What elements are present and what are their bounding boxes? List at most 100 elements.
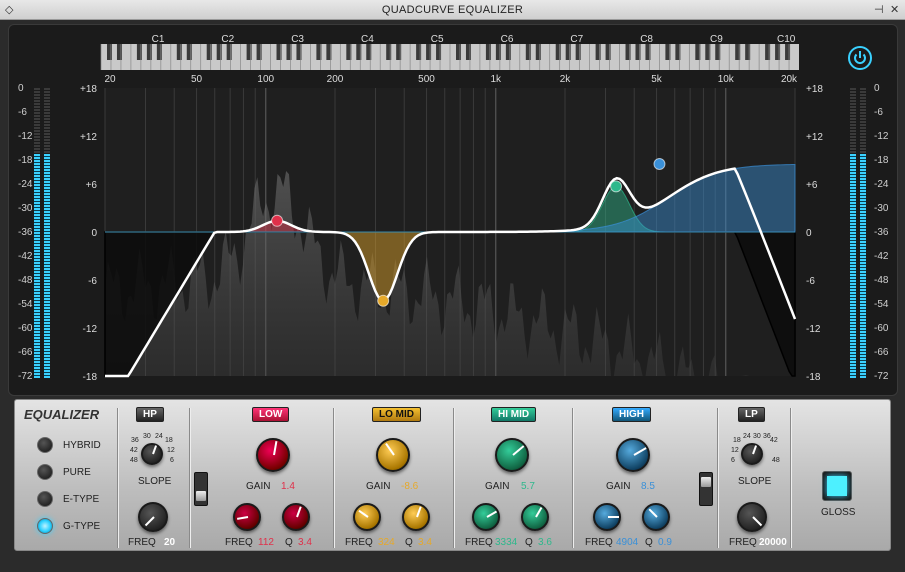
mode-pure-label: PURE [63, 467, 91, 478]
himid-band-tag[interactable]: HI MID [491, 407, 537, 422]
high-band-node[interactable] [653, 158, 666, 170]
meter-scale-label: -72 [874, 371, 889, 382]
himid-band-node[interactable] [610, 180, 623, 193]
octave-label: C5 [431, 34, 444, 45]
hp-freq-knob[interactable] [138, 502, 168, 532]
gain-tick-label-left: -6 [88, 276, 97, 287]
low-gain-label: GAIN [246, 481, 271, 492]
low-gain-knob[interactable] [256, 438, 290, 472]
hp-tag[interactable]: HP [136, 407, 164, 422]
octave-label: C2 [221, 34, 234, 45]
meter-scale-label: -18 [874, 155, 889, 166]
lomid-band-tag[interactable]: LO MID [372, 407, 421, 422]
input-meter-right [44, 88, 50, 378]
meter-scale-label: -72 [18, 371, 33, 382]
low-shelf-switch[interactable] [194, 472, 208, 506]
meter-scale-label: 0 [18, 83, 24, 94]
power-icon [854, 51, 866, 64]
gain-tick-label-right: +18 [806, 84, 823, 95]
lomid-q-knob[interactable] [402, 503, 430, 531]
lomid-freq-label: FREQ [345, 537, 373, 548]
hp-slope-label: SLOPE [138, 476, 172, 487]
octave-label: C1 [152, 34, 165, 45]
mode-gtype-radio[interactable] [37, 518, 53, 534]
freq-tick-label: 200 [327, 74, 344, 85]
low-gain-value: 1.4 [281, 481, 295, 492]
octave-label: C4 [361, 34, 374, 45]
lp-slope-knob[interactable] [741, 443, 763, 465]
hp-freq-value: 20 [164, 537, 176, 548]
lomid-gain-value: -8.6 [401, 481, 419, 492]
low-freq-value: 112 [258, 537, 274, 548]
high-gain-knob[interactable] [616, 438, 650, 472]
himid-freq-value: 3334 [495, 537, 518, 548]
freq-tick-label: 500 [418, 74, 435, 85]
freq-tick-label: 100 [257, 74, 274, 85]
mode-etype-radio[interactable] [37, 491, 53, 507]
lomid-freq-value: 324 [378, 537, 395, 548]
mode-hybrid-radio[interactable] [37, 437, 53, 453]
low-freq-knob[interactable] [233, 503, 261, 531]
meter-scale-label: -30 [874, 203, 889, 214]
low-band-tag[interactable]: LOW [252, 407, 290, 422]
piano-keyboard [100, 44, 799, 70]
panel-title: EQUALIZER [24, 407, 100, 422]
gain-tick-label-right: +12 [806, 132, 823, 143]
high-band-tag[interactable]: HIGH [612, 407, 651, 422]
low-band-node[interactable] [271, 214, 284, 227]
mode-pure-radio[interactable] [37, 464, 53, 480]
meter-scale-label: -24 [18, 179, 33, 190]
power-button[interactable] [848, 46, 872, 70]
gloss-label: GLOSS [821, 507, 856, 518]
lomid-q-value: 3.4 [418, 537, 432, 548]
octave-label: C6 [501, 34, 514, 45]
meter-scale-label: 0 [874, 83, 880, 94]
mode-etype-label: E-TYPE [63, 494, 100, 505]
lomid-freq-knob[interactable] [353, 503, 381, 531]
low-q-value: 3.4 [298, 537, 312, 548]
octave-label: C7 [570, 34, 583, 45]
meter-scale-label: -30 [18, 203, 33, 214]
meter-scale-label: -60 [874, 323, 889, 334]
low-q-knob[interactable] [282, 503, 310, 531]
lomid-gain-knob[interactable] [376, 438, 410, 472]
low-q-label: Q [285, 537, 293, 548]
high-q-knob[interactable] [642, 503, 670, 531]
himid-q-knob[interactable] [521, 503, 549, 531]
freq-tick-label: 5k [651, 74, 663, 85]
gloss-toggle[interactable] [822, 471, 852, 501]
high-q-value: 0.9 [658, 537, 672, 548]
hp-slope-knob[interactable] [141, 443, 163, 465]
low-freq-label: FREQ [225, 537, 253, 548]
lomid-gain-label: GAIN [366, 481, 391, 492]
freq-tick-label: 2k [560, 74, 572, 85]
himid-freq-label: FREQ [465, 537, 493, 548]
himid-gain-knob[interactable] [495, 438, 529, 472]
lomid-q-label: Q [405, 537, 413, 548]
meter-scale-label: -54 [874, 299, 889, 310]
lomid-band-node[interactable] [377, 294, 390, 307]
gain-tick-label-right: 0 [806, 228, 812, 239]
meter-scale-label: -12 [874, 131, 889, 142]
himid-q-value: 3.6 [538, 537, 552, 548]
lp-tag[interactable]: LP [738, 407, 765, 422]
high-gain-value: 8.5 [641, 481, 655, 492]
lp-freq-value: 20000 [759, 537, 787, 548]
lp-freq-label: FREQ [729, 537, 757, 548]
gain-tick-label-left: +12 [80, 132, 97, 143]
meter-scale-label: -48 [18, 275, 33, 286]
high-shelf-switch[interactable] [699, 472, 713, 506]
lp-slope-label: SLOPE [738, 476, 772, 487]
output-meter-right [860, 88, 866, 378]
gain-tick-label-left: -18 [83, 372, 98, 383]
himid-freq-knob[interactable] [472, 503, 500, 531]
meter-scale-label: -6 [18, 107, 27, 118]
high-freq-knob[interactable] [593, 503, 621, 531]
high-freq-label: FREQ [585, 537, 613, 548]
himid-q-label: Q [525, 537, 533, 548]
meter-scale-label: -24 [874, 179, 889, 190]
gain-tick-label-right: +6 [806, 180, 818, 191]
lp-freq-knob[interactable] [737, 502, 767, 532]
meter-scale-label: -12 [18, 131, 33, 142]
eq-graph[interactable]: C1 C2 C3 C4 C5 C6 C7 C8 C9 C10 20 50 100 200 500 1k 2k 5k… [0, 0, 905, 400]
